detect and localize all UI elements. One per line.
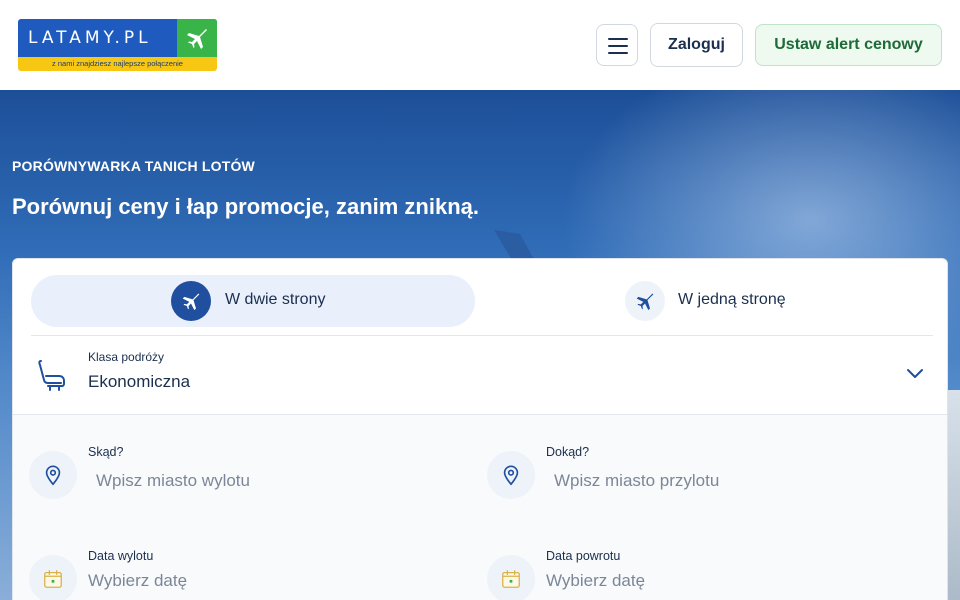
logo-text: LATAMY.PL <box>28 28 152 48</box>
origin-input[interactable] <box>96 463 456 499</box>
destination-field[interactable]: Dokąd? <box>471 435 947 515</box>
plane-icon <box>171 281 211 321</box>
menu-button[interactable] <box>596 24 638 66</box>
travel-class-label: Klasa podróży <box>88 350 165 364</box>
calendar-icon <box>29 555 77 600</box>
chevron-down-icon <box>907 369 923 378</box>
seat-icon <box>38 360 65 391</box>
login-button[interactable]: Zaloguj <box>650 23 743 67</box>
tab-one-way-label: W jedną stronę <box>678 291 786 308</box>
location-pin-icon <box>29 451 77 499</box>
calendar-icon <box>487 555 535 600</box>
logo-tagline: z nami znajdziesz najlepsze połączenie <box>18 57 217 71</box>
return-date-label: Data powrotu <box>546 549 621 563</box>
plane-icon <box>625 281 665 321</box>
tab-one-way[interactable]: W jedną stronę <box>483 275 935 327</box>
trip-type-tabs: W dwie strony W jedną stronę <box>31 275 935 327</box>
price-alert-button[interactable]: Ustaw alert cenowy <box>755 24 942 66</box>
departure-date-placeholder: Wybierz datę <box>88 571 188 590</box>
origin-field[interactable]: Skąd? <box>13 435 471 515</box>
site-header: LATAMY.PL z nami znajdziesz najlepsze po… <box>0 0 960 90</box>
travel-class-select[interactable]: Klasa podróży Ekonomiczna <box>13 336 947 414</box>
origin-label: Skąd? <box>88 445 124 459</box>
hamburger-icon <box>608 38 628 40</box>
departure-date-field[interactable]: Data wylotu Wybierz datę <box>13 539 471 600</box>
tab-round-trip[interactable]: W dwie strony <box>31 275 475 327</box>
logo-plane-icon <box>177 19 217 57</box>
hero-title: Porównuj ceny i łap promocje, zanim znik… <box>12 194 479 219</box>
travel-class-value: Ekonomiczna <box>88 372 191 391</box>
location-pin-icon <box>487 451 535 499</box>
flight-search-form: W dwie strony W jedną stronę Klasa podró… <box>12 258 948 600</box>
destination-label: Dokąd? <box>546 445 590 459</box>
departure-date-label: Data wylotu <box>88 549 154 563</box>
logo[interactable]: LATAMY.PL z nami znajdziesz najlepsze po… <box>18 19 217 71</box>
destination-input[interactable] <box>554 463 914 499</box>
return-date-field[interactable]: Data powrotu Wybierz datę <box>471 539 947 600</box>
tab-round-trip-label: W dwie strony <box>225 291 326 308</box>
return-date-placeholder: Wybierz datę <box>546 571 646 590</box>
hero-subtitle: PORÓWNYWARKA TANICH LOTÓW <box>12 158 255 174</box>
